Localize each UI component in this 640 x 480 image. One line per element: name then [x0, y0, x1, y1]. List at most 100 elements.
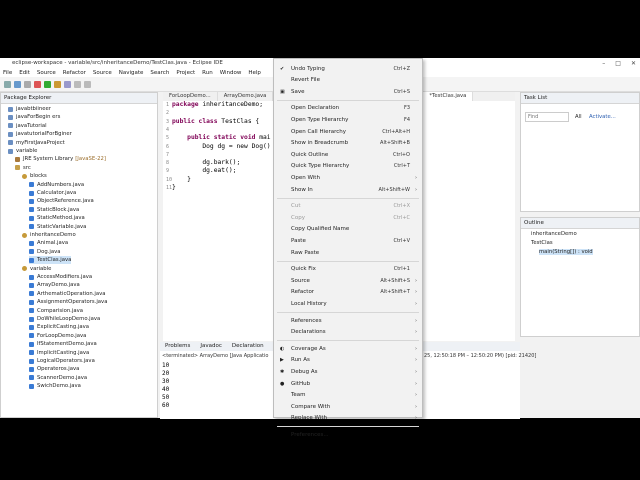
menu-item[interactable]: Quick Fix Ctrl+1 — [274, 264, 422, 275]
tree-item[interactable]: ImplicitCasting.java — [29, 349, 89, 357]
menu-edit[interactable]: Edit — [19, 70, 30, 76]
tree-item[interactable]: javaForBegin ers — [8, 113, 60, 121]
tree-item[interactable]: javabtbiineer — [8, 105, 51, 113]
menu-project[interactable]: Project — [176, 70, 195, 76]
code-line[interactable]: dg.bark(); — [172, 159, 240, 167]
forward-icon[interactable] — [84, 80, 91, 88]
menu-item[interactable]: Quick Type Hierarchy Ctrl+T — [274, 161, 422, 172]
coverage-icon[interactable] — [54, 80, 61, 88]
code-line[interactable]: package inheritanceDemo; — [172, 101, 263, 109]
code-line[interactable]: dg.eat(); — [172, 167, 236, 175]
tree-item[interactable]: Operateros.java — [29, 365, 79, 373]
tree-item[interactable]: Comparision.java — [29, 307, 83, 315]
tree-item[interactable]: StaticBlock.java — [29, 206, 79, 214]
task-find-input[interactable] — [525, 112, 569, 122]
menu-item[interactable]: Revert File — [274, 75, 422, 86]
menu-item[interactable]: Team › — [274, 390, 422, 401]
tree-item[interactable]: AddNumbers.java — [29, 181, 84, 189]
tree-item[interactable]: ObjectReference.java — [29, 197, 94, 205]
menu-item[interactable]: Source Alt+Shift+S › — [274, 275, 422, 286]
tree-item[interactable]: ScannerDemo.java — [29, 374, 87, 382]
menu-item[interactable]: Refactor Alt+Shift+T › — [274, 287, 422, 298]
new-icon[interactable] — [4, 80, 11, 88]
tree-item[interactable]: variable — [22, 265, 51, 273]
tree-item[interactable]: Calculator.java — [29, 189, 76, 197]
tree-item[interactable]: inheritanceDemo — [22, 231, 76, 239]
tree-item[interactable]: JRE System Library [JavaSE-22] — [15, 155, 106, 163]
tree-item[interactable]: StaticMethod.java — [29, 214, 85, 222]
tree-item[interactable]: StaticVariable.java — [29, 223, 86, 231]
menu-item[interactable]: Open Type Hierarchy F4 — [274, 114, 422, 125]
task-activate-link[interactable]: Activate... — [589, 114, 616, 120]
menu-item[interactable]: Local History › — [274, 298, 422, 309]
menu-item[interactable]: Replace With › — [274, 413, 422, 424]
menu-run[interactable]: Run — [202, 70, 213, 76]
tree-item[interactable]: Dog.java — [29, 248, 60, 256]
close-icon[interactable]: ✕ — [631, 60, 636, 67]
menu-file[interactable]: File — [3, 70, 12, 76]
menu-item[interactable]: Copy Qualified Name — [274, 224, 422, 235]
outline-method[interactable]: main(String[]) : void — [539, 249, 593, 255]
tree-item[interactable]: SwichDemo.java — [29, 382, 81, 390]
print-icon[interactable] — [24, 80, 31, 88]
tree-item[interactable]: blocks — [22, 172, 47, 180]
menu-item[interactable]: ✔ Undo Typing Ctrl+Z — [274, 63, 422, 74]
code-line[interactable]: public class TestClas { — [172, 118, 259, 126]
tab-testclas[interactable]: *TestClas.java — [423, 92, 474, 101]
menu-item[interactable]: Open Declaration F3 — [274, 103, 422, 114]
menu-item[interactable]: Copy Ctrl+C — [274, 212, 422, 223]
tree-item[interactable]: javatutorialForBginer — [8, 130, 72, 138]
tree-item[interactable]: ArrayDemo.java — [29, 281, 80, 289]
tab-forloopdemo[interactable]: ForLoopDemo... — [163, 92, 218, 101]
menu-item[interactable]: Cut Ctrl+X — [274, 201, 422, 212]
menu-item[interactable]: Open With › — [274, 172, 422, 183]
tree-item[interactable]: variable — [8, 147, 37, 155]
menu-item[interactable]: Show in Breadcrumb Alt+Shift+B — [274, 138, 422, 149]
menu-item[interactable]: Raw Paste — [274, 247, 422, 258]
menu-item[interactable]: Paste Ctrl+V — [274, 235, 422, 246]
tree-item[interactable]: myFirstJavaProject — [8, 139, 65, 147]
tree-item[interactable]: Animal.java — [29, 239, 68, 247]
menu-item[interactable]: Compare With › — [274, 401, 422, 412]
outline-class[interactable]: TestClas — [531, 240, 553, 246]
debug-icon[interactable] — [34, 80, 41, 88]
tree-item[interactable]: IfStatementDemo.java — [29, 340, 97, 348]
tab-javadoc[interactable]: Javadoc — [195, 342, 227, 351]
menu-item[interactable]: References › — [274, 315, 422, 326]
tab-declaration[interactable]: Declaration — [227, 342, 269, 351]
menu-refactor[interactable]: Refactor — [63, 70, 86, 76]
back-icon[interactable] — [74, 80, 81, 88]
menu-window[interactable]: Window — [220, 70, 242, 76]
menu-item[interactable]: Show In Alt+Shift+W › — [274, 184, 422, 195]
code-line[interactable]: public static void mai — [172, 134, 270, 142]
tree-item[interactable]: LogicalOperators.java — [29, 357, 95, 365]
menu-item[interactable]: ▣ Save Ctrl+S — [274, 86, 422, 97]
tree-item[interactable]: AccessModifiers.java — [29, 273, 92, 281]
menu-item[interactable]: ▶ Run As › — [274, 355, 422, 366]
save-icon[interactable] — [14, 80, 21, 88]
code-line[interactable]: Dog dg = new Dog() — [172, 143, 270, 151]
menu-item[interactable]: Quick Outline Ctrl+O — [274, 149, 422, 160]
tab-problems[interactable]: Problems — [160, 342, 195, 351]
menu-item[interactable]: Preferences... — [274, 429, 422, 440]
tree-item[interactable]: ExplicitCasting.java — [29, 323, 89, 331]
menu-item[interactable]: ● GitHub › — [274, 378, 422, 389]
menu-item[interactable]: Declarations › — [274, 327, 422, 338]
tree-item[interactable]: DoWhileLoopDemo.java — [29, 315, 100, 323]
menu-search[interactable]: Search — [150, 70, 169, 76]
menu-help[interactable]: Help — [248, 70, 261, 76]
maximize-icon[interactable]: □ — [615, 60, 621, 67]
tab-arraydemo[interactable]: ArrayDemo.java — [218, 92, 274, 101]
code-line[interactable]: } — [172, 184, 176, 192]
code-line[interactable]: } — [172, 176, 191, 184]
minimize-icon[interactable]: – — [602, 60, 605, 67]
menu-source-2[interactable]: Source — [93, 70, 112, 76]
menu-item[interactable]: ✱ Debug As › — [274, 366, 422, 377]
menu-item[interactable]: ◐ Coverage As › — [274, 343, 422, 354]
tree-item[interactable]: ArthematicOperation.java — [29, 290, 106, 298]
outline-package[interactable]: inheritanceDemo — [531, 231, 577, 237]
task-filter-all[interactable]: All — [575, 114, 582, 120]
search-icon[interactable] — [64, 80, 71, 88]
menu-item[interactable]: Open Call Hierarchy Ctrl+Alt+H — [274, 126, 422, 137]
run-icon[interactable] — [44, 80, 51, 88]
